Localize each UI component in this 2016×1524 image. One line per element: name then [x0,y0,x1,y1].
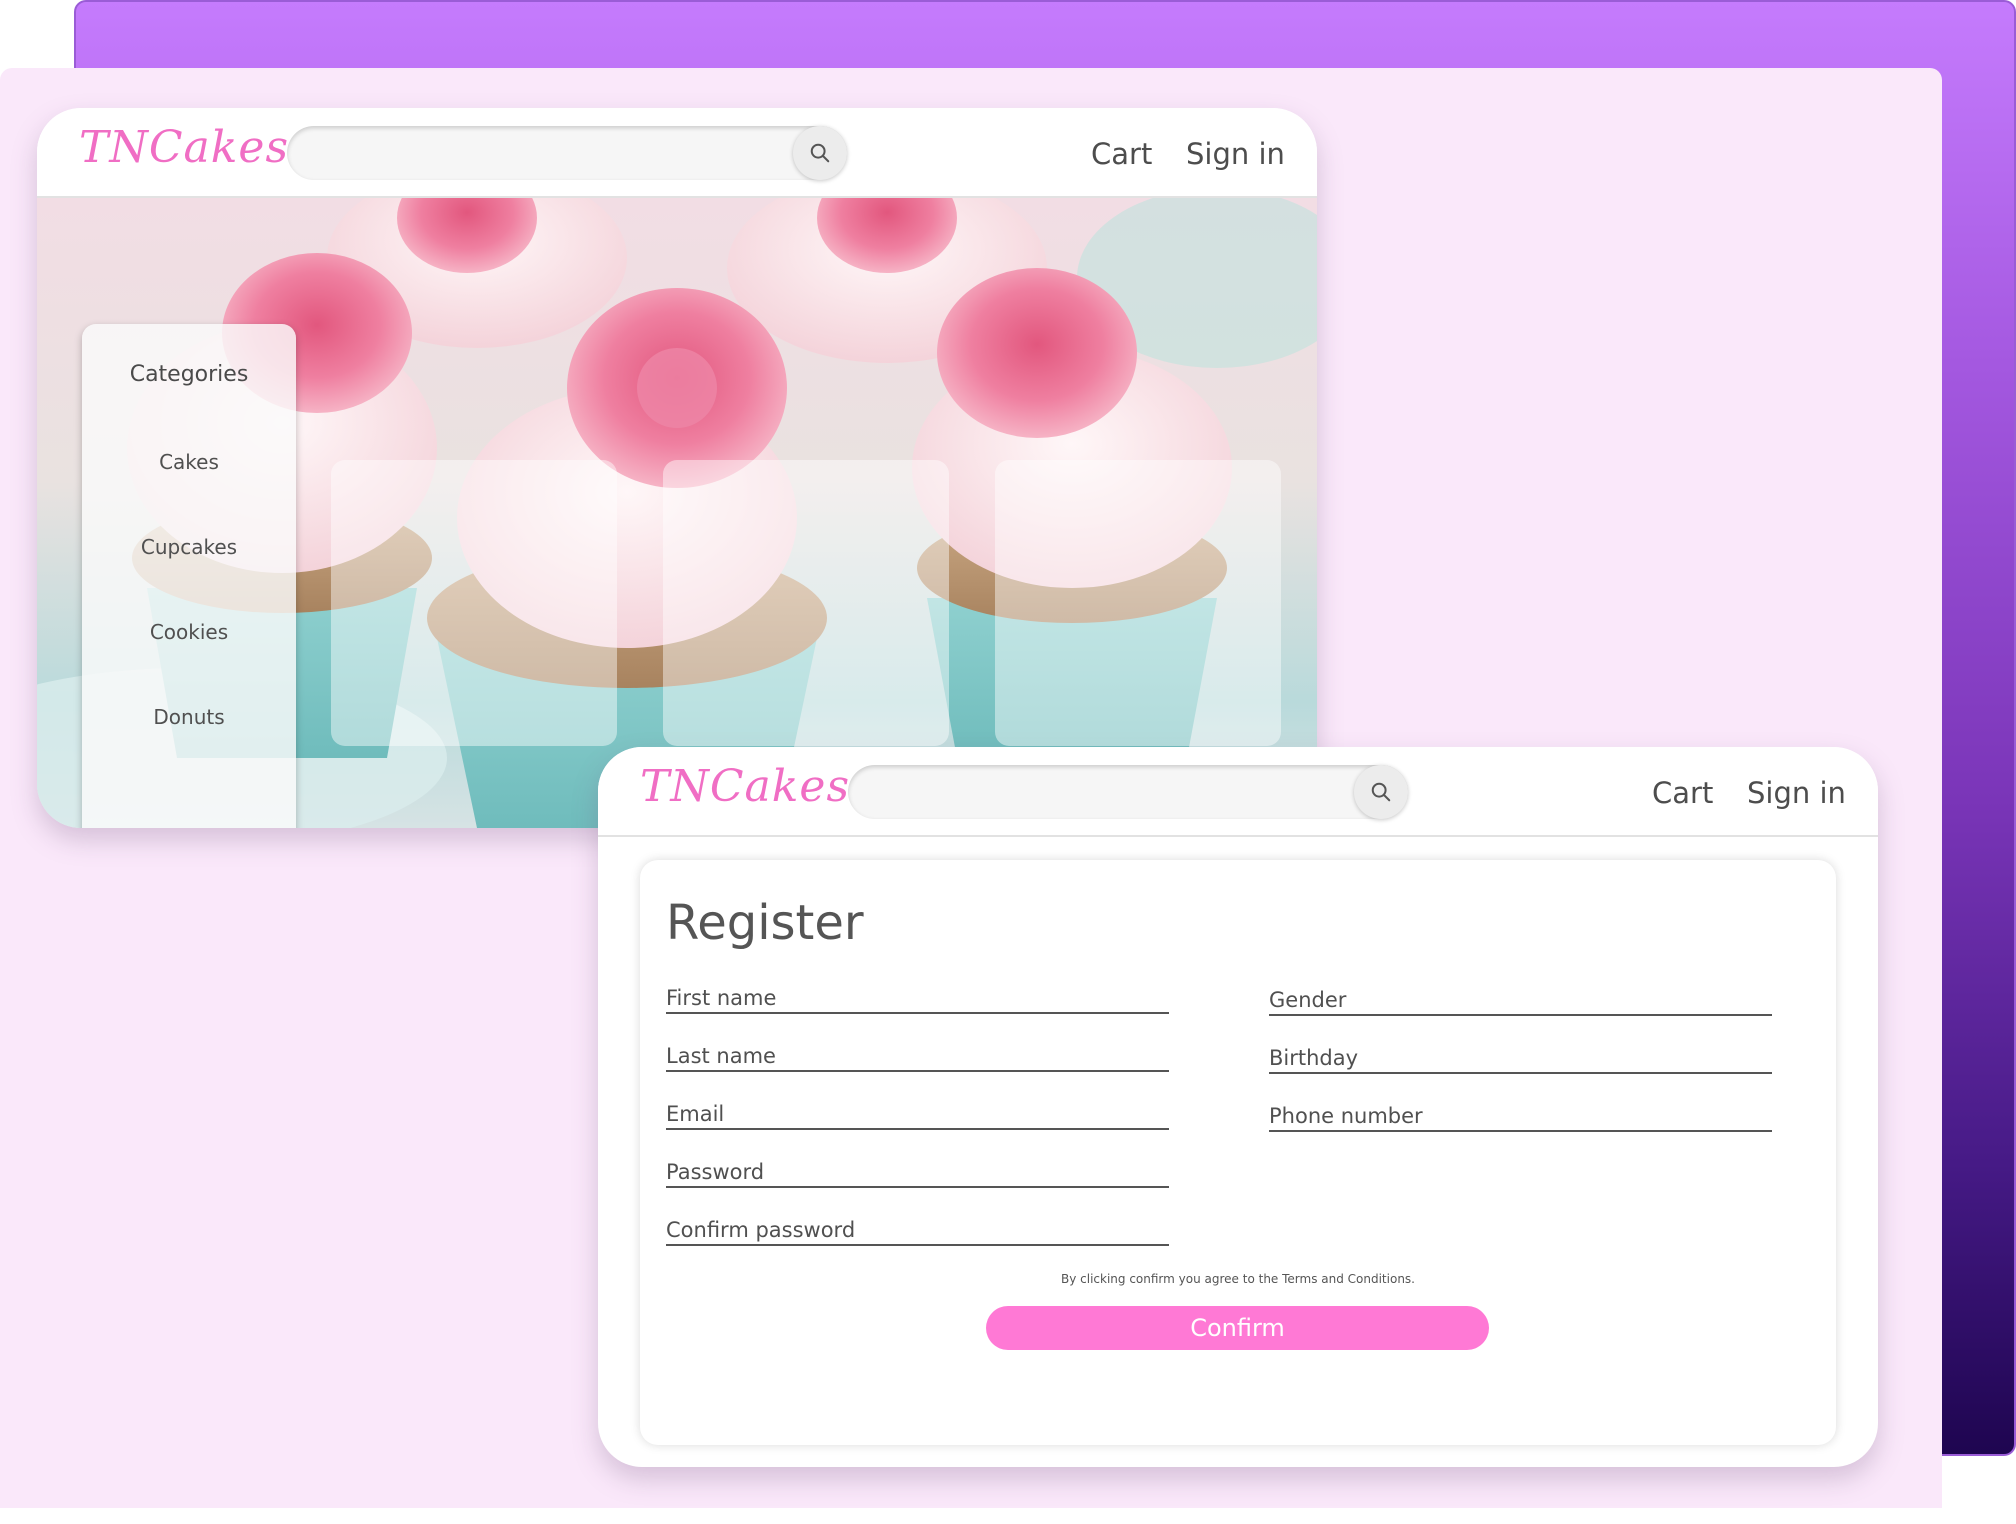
gender-label: Gender [1269,988,1347,1012]
sign-in-link[interactable]: Sign in [1747,776,1846,810]
product-card[interactable] [663,460,949,746]
categories-panel: Categories Cakes Cupcakes Cookies Donuts [82,324,296,828]
brand-logo[interactable]: TNCakes [640,761,850,812]
email-field[interactable]: Email [666,1096,1169,1130]
category-donuts[interactable]: Donuts [82,705,296,729]
cart-link[interactable]: Cart [1091,137,1152,171]
first-name-field[interactable]: First name [666,980,1169,1014]
last-name-label: Last name [666,1044,776,1068]
confirm-button[interactable]: Confirm [986,1306,1489,1350]
password-field[interactable]: Password [666,1154,1169,1188]
page-title: Register [666,895,864,951]
search-icon [1371,782,1391,802]
home-header: TNCakes Cart Sign in [37,108,1317,198]
search-button[interactable] [1354,765,1408,819]
home-page-window: TNCakes Cart Sign in Categories Cakes Cu… [37,108,1317,828]
first-name-label: First name [666,986,777,1010]
hero-cupcake-image: Categories Cakes Cupcakes Cookies Donuts [37,198,1317,828]
confirm-password-field[interactable]: Confirm password [666,1212,1169,1246]
register-header: TNCakes Cart Sign in [598,747,1878,837]
product-card[interactable] [995,460,1281,746]
category-cakes[interactable]: Cakes [82,450,296,474]
search-icon [810,143,830,163]
email-label: Email [666,1102,725,1126]
terms-notice: By clicking confirm you agree to the Ter… [1061,1272,1415,1286]
sign-in-link[interactable]: Sign in [1186,137,1285,171]
phone-number-field[interactable]: Phone number [1269,1098,1772,1132]
confirm-password-label: Confirm password [666,1218,856,1242]
gender-field[interactable]: Gender [1269,982,1772,1016]
password-label: Password [666,1160,765,1184]
search-input[interactable] [287,126,847,180]
product-card[interactable] [331,460,617,746]
birthday-field[interactable]: Birthday [1269,1040,1772,1074]
birthday-label: Birthday [1269,1046,1359,1070]
brand-logo[interactable]: TNCakes [79,122,289,173]
search-input[interactable] [848,765,1408,819]
phone-number-label: Phone number [1269,1104,1423,1128]
search-button[interactable] [793,126,847,180]
last-name-field[interactable]: Last name [666,1038,1169,1072]
category-cookies[interactable]: Cookies [82,620,296,644]
categories-heading: Categories [129,362,249,387]
register-page-window: TNCakes Cart Sign in Register First name… [598,747,1878,1467]
category-cupcakes[interactable]: Cupcakes [82,535,296,559]
cart-link[interactable]: Cart [1652,776,1713,810]
register-form: Register First name Last name Email Pass… [640,860,1836,1445]
